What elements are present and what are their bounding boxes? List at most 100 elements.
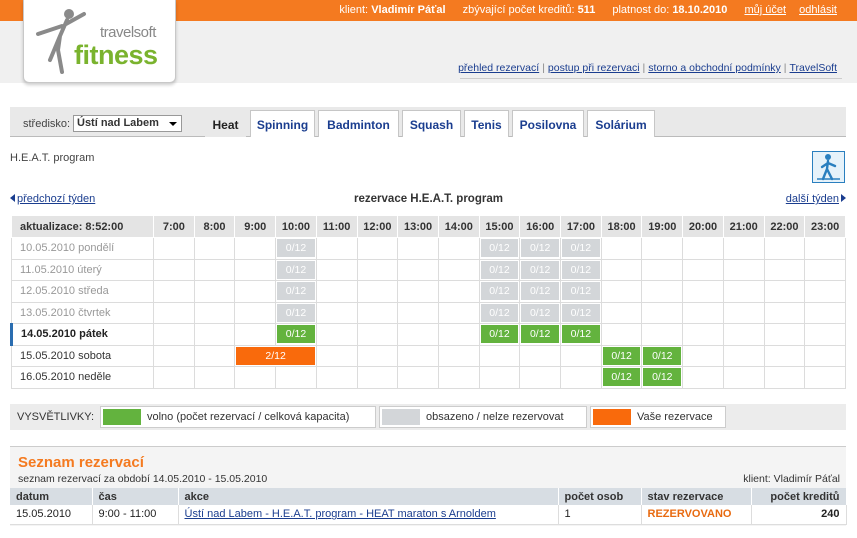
time-cell [804,258,846,281]
legend-text-occupied: obsazeno / nelze rezervovat [426,411,564,423]
hour-header: 20:00 [682,215,724,238]
tab-badminton[interactable]: Badminton [318,110,399,137]
time-cell [722,323,765,346]
time-cell [519,344,562,367]
time-cell [804,237,846,260]
time-cell: 0/12 [275,301,317,324]
time-cell [356,366,399,389]
center-select-value: Ústí nad Labem [77,117,159,129]
time-cell [437,301,480,324]
slot-orange[interactable]: 2/12 [236,346,315,365]
time-cell [193,323,236,346]
link-travelsoft[interactable]: TravelSoft [790,62,837,74]
time-cell: 0/12 [519,323,562,346]
time-cell [722,280,765,303]
time-cell: 0/12 [478,258,521,281]
day-label: 14.05.2010 pátek [10,323,154,346]
tab-solarium[interactable]: Solárium [587,110,655,137]
tab-spinning[interactable]: Spinning [250,110,315,137]
col-osob: počet osob [558,488,642,505]
time-cell [763,258,806,281]
slot-green[interactable]: 0/12 [643,346,682,365]
next-week-link[interactable]: další týden [786,193,839,205]
table-row: 15.05.2010 9:00 - 11:00 Ústí nad Labem -… [10,505,847,525]
time-cell [682,301,724,324]
grid-body: 10.05.2010 pondělí 0/12 0/12 0/12 0/12 11.05.… [10,237,846,389]
time-cell [315,280,358,303]
time-cell [804,344,846,367]
grid-row: 12.05.2010 středa 0/12 0/12 0/12 0/12 [11,280,846,303]
time-cell [193,344,236,367]
tab-heat[interactable]: Heat [205,110,246,137]
time-cell [641,301,684,324]
col-stav: stav rezervace [641,488,752,505]
slot-green[interactable]: 0/12 [480,325,519,344]
time-cell [763,280,806,303]
time-cell: 0/12 [560,237,602,260]
legend-swatch-free [103,409,141,425]
slot-green[interactable]: 0/12 [277,325,315,344]
time-cell: 0/12 [641,344,684,367]
slot-green[interactable]: 0/12 [562,325,600,344]
time-cell [193,258,236,281]
slot-green[interactable]: 0/12 [602,368,641,387]
time-cell [641,280,684,303]
time-cell [804,366,846,389]
link-reservations-overview[interactable]: přehled rezervací [458,62,539,74]
time-cell [600,237,643,260]
program-icon[interactable] [812,151,845,183]
time-cell [437,366,480,389]
row-akce-link[interactable]: Ústí nad Labem - H.E.A.T. program - HEAT… [185,508,496,520]
time-cell [356,237,399,260]
link-reservation-procedure[interactable]: postup při rezervaci [548,62,640,74]
time-cell [397,344,439,367]
center-label: středisko: [23,118,71,130]
row-kredity: 240 [751,505,847,525]
tab-squash[interactable]: Squash [402,110,461,137]
time-cell [397,366,439,389]
time-cell [153,323,195,346]
time-cell [153,366,195,389]
time-cell [478,366,521,389]
tab-tenis[interactable]: Tenis [464,110,509,137]
time-cell [682,344,724,367]
slot-green[interactable]: 0/12 [643,368,682,387]
center-select[interactable]: Ústí nad Labem [73,115,182,132]
time-cell [560,344,602,367]
next-week[interactable]: další týden [786,193,846,205]
time-cell [193,366,236,389]
logo[interactable]: travelsoft fitness [23,0,176,83]
link-terms[interactable]: storno a obchodní podmínky [648,62,781,74]
time-cell [763,301,806,324]
time-cell: 0/12 [275,237,317,260]
hour-header: 19:00 [641,215,684,238]
divider [460,78,842,79]
day-label: 13.05.2010 čtvrtek [11,301,154,324]
logout-link[interactable]: odhlásit [799,4,837,16]
slot-grey: 0/12 [562,303,600,322]
time-cell [234,323,277,346]
time-cell [763,344,806,367]
slot-grey: 0/12 [562,239,600,258]
reservations-client: klient: Vladimír Páťal [743,473,840,485]
time-cell: 0/12 [600,366,643,389]
time-cell: 0/12 [560,323,602,346]
logo-brand-small: travelsoft [100,24,156,41]
time-cell [722,301,765,324]
hour-header: 12:00 [356,215,399,238]
slot-green[interactable]: 0/12 [521,325,560,344]
valid-value: 18.10.2010 [672,4,728,16]
row-cas: 9:00 - 11:00 [92,505,179,525]
slot-green[interactable]: 0/12 [602,346,641,365]
time-cell: 0/12 [519,237,562,260]
my-account-link[interactable]: můj účet [744,4,786,16]
slot-grey: 0/12 [521,239,560,258]
time-cell [193,237,236,260]
time-cell [397,237,439,260]
slot-grey: 0/12 [521,282,560,301]
time-cell [193,280,236,303]
time-cell: 0/12 [519,258,562,281]
slot-grey: 0/12 [277,239,315,258]
legend-swatch-occupied [382,409,420,425]
tab-posilovna[interactable]: Posilovna [512,110,584,137]
